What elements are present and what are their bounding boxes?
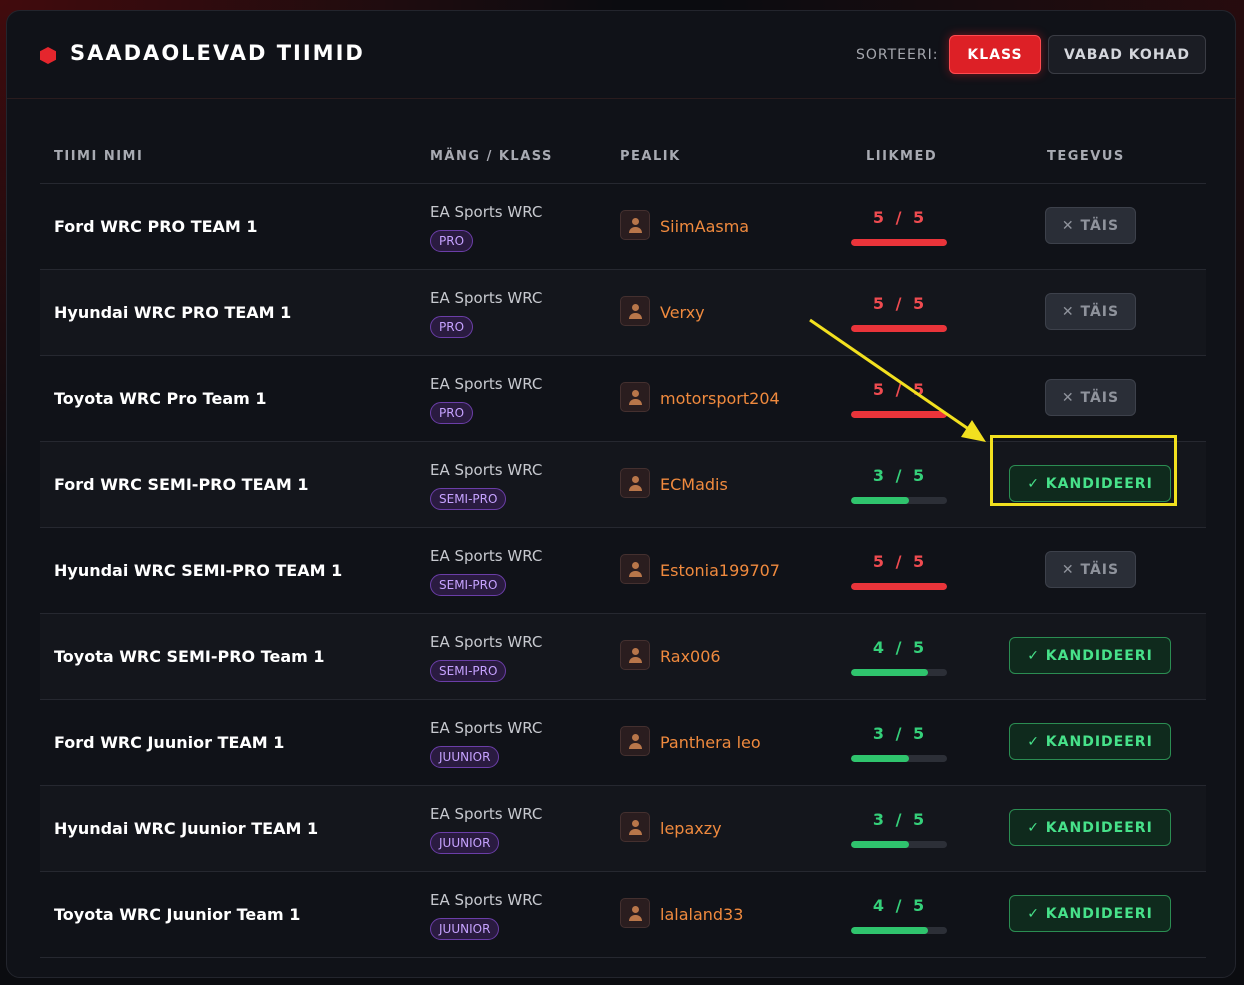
annotation-arrow <box>809 318 986 442</box>
